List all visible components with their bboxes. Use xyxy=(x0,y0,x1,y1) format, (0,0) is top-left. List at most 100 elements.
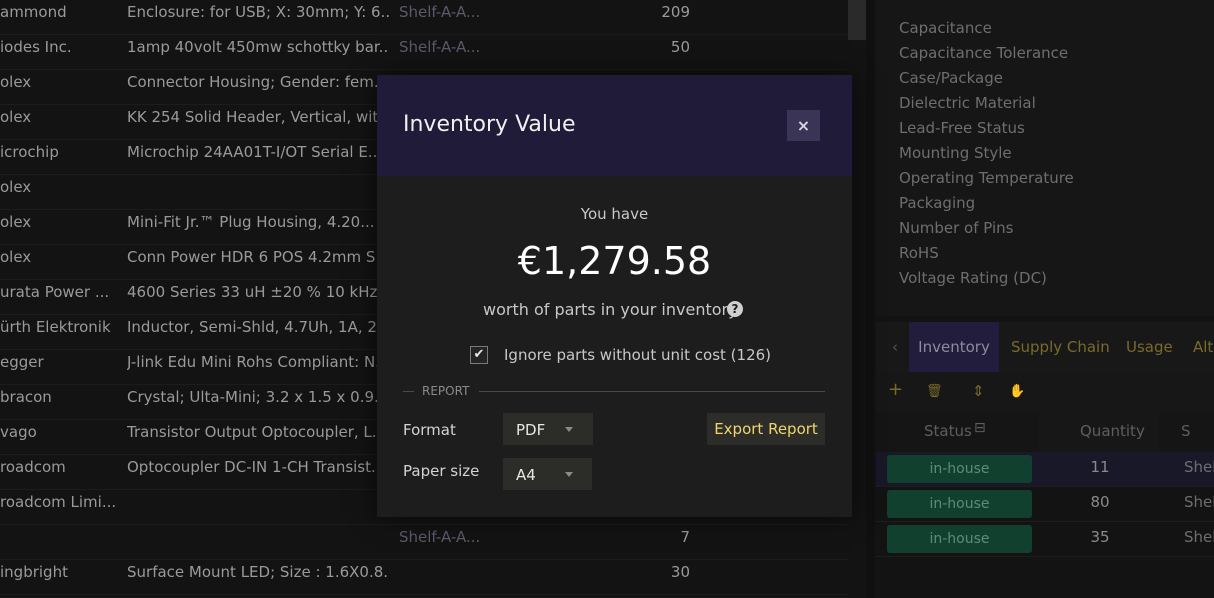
table-row[interactable]: iodes Inc. 1amp 40volt 450mw schottky bar… xyxy=(0,35,848,70)
cell-mfr: iodes Inc. xyxy=(0,38,72,56)
attribute-item[interactable]: Packaging xyxy=(899,194,975,212)
inventory-toolbar: + 🗑 ⇕ ✋ xyxy=(876,372,1214,412)
inventory-value-modal: Inventory Value × You have €1,279.58 wor… xyxy=(377,75,852,517)
cell-qty: 209 xyxy=(661,3,690,21)
cell-mfr: roadcom Limi... xyxy=(0,493,117,511)
cell-desc: 1amp 40volt 450mw schottky bar... xyxy=(127,38,389,56)
export-report-button[interactable]: Export Report xyxy=(707,413,825,445)
ignore-no-cost-label[interactable]: Ignore parts without unit cost (126) xyxy=(504,346,771,364)
cell-desc: Inductor, Semi-Shld, 4.7Uh, 1A, 2... xyxy=(127,318,389,336)
attribute-filter-panel: Capacitance Capacitance Tolerance Case/Pac… xyxy=(876,0,1214,316)
table-row[interactable]: ammond Enclosure: for USB; X: 30mm; Y: 6.… xyxy=(0,0,848,35)
cell-mfr: icrochip xyxy=(0,143,59,161)
cell-mfr: bracon xyxy=(0,388,52,406)
paper-size-select[interactable]: A4 xyxy=(503,458,592,490)
inventory-table-header: Status ⊟ Quantity S xyxy=(876,412,1214,452)
cell-desc: Mini-Fit Jr.™ Plug Housing, 4.20... xyxy=(127,213,375,231)
panel-divider[interactable] xyxy=(866,0,874,598)
location-cell: Shel xyxy=(1184,493,1214,511)
inventory-row[interactable]: in-house 80 Shel xyxy=(876,487,1214,522)
cell-mfr: ingbright xyxy=(0,563,68,581)
cell-mfr: olex xyxy=(0,73,32,91)
cell-desc: Transistor Output Optocoupler, L... xyxy=(127,423,387,441)
format-value: PDF xyxy=(516,421,546,439)
cell-desc: J-link Edu Mini Rohs Compliant: N... xyxy=(127,353,389,371)
paper-size-label: Paper size xyxy=(403,462,480,480)
status-badge: in-house xyxy=(887,525,1032,553)
chevron-down-icon xyxy=(565,427,573,432)
hand-icon[interactable]: ✋ xyxy=(1009,384,1025,399)
cell-desc: 4600 Series 33 uH ±20 % 10 kHz ... xyxy=(127,283,389,301)
tab-supply-chain[interactable]: Supply Chain xyxy=(1011,322,1110,372)
attribute-item[interactable]: Lead-Free Status xyxy=(899,119,1025,137)
attribute-item[interactable]: Mounting Style xyxy=(899,144,1012,162)
cell-desc: Connector Housing; Gender: fem... xyxy=(127,73,389,91)
help-icon[interactable]: ? xyxy=(727,301,743,317)
ignore-no-cost-checkbox[interactable]: ✔ xyxy=(470,346,488,364)
format-label: Format xyxy=(403,421,456,439)
table-row[interactable]: ingbright Surface Mount LED; Size : 1.6X0… xyxy=(0,560,848,595)
cell-desc: Surface Mount LED; Size : 1.6X0.8... xyxy=(127,563,389,581)
cell-loc: Shelf-A-A... xyxy=(399,38,481,56)
cell-desc: Optocoupler DC-IN 1-CH Transist... xyxy=(127,458,386,476)
location-cell: Shel xyxy=(1184,458,1214,476)
cell-qty: 7 xyxy=(680,528,690,546)
divider xyxy=(479,391,825,392)
cell-mfr: ürth Elektronik xyxy=(0,318,111,336)
status-badge: in-house xyxy=(887,490,1032,518)
cell-mfr: egger xyxy=(0,353,44,371)
format-select[interactable]: PDF xyxy=(503,413,593,445)
tab-inventory[interactable]: Inventory xyxy=(909,322,999,372)
cell-mfr: ammond xyxy=(0,3,67,21)
quantity-cell: 11 xyxy=(1090,458,1110,476)
cell-mfr: olex xyxy=(0,178,32,196)
cell-qty: 30 xyxy=(670,563,690,581)
cell-desc: Crystal; Ulta-Mini; 3.2 x 1.5 x 0.9... xyxy=(127,388,389,406)
quantity-column-header[interactable]: Quantity xyxy=(1080,422,1145,440)
quantity-cell: 80 xyxy=(1090,493,1110,511)
tab-alternatives[interactable]: Alte xyxy=(1193,322,1214,372)
close-button[interactable]: × xyxy=(787,110,820,141)
report-section-label: REPORT xyxy=(422,384,470,398)
cell-desc: KK 254 Solid Header, Vertical, wit... xyxy=(127,108,389,126)
modal-title: Inventory Value xyxy=(403,112,576,137)
attribute-item[interactable]: RoHS xyxy=(899,244,939,262)
cell-mfr: olex xyxy=(0,248,32,266)
attribute-item[interactable]: Case/Package xyxy=(899,69,1003,87)
attribute-item[interactable]: Dielectric Material xyxy=(899,94,1036,112)
attribute-item[interactable]: Capacitance Tolerance xyxy=(899,44,1068,62)
inventory-row[interactable]: in-house 35 Shel xyxy=(876,522,1214,557)
status-column-header[interactable]: Status xyxy=(924,422,972,440)
sort-icon[interactable]: ⇕ xyxy=(972,382,985,400)
cell-loc: Shelf-A-A... xyxy=(399,528,481,546)
quantity-cell: 35 xyxy=(1090,528,1110,546)
tab-usage[interactable]: Usage xyxy=(1126,322,1173,372)
attribute-item[interactable]: Voltage Rating (DC) xyxy=(899,269,1047,287)
attribute-item[interactable]: Operating Temperature xyxy=(899,169,1074,187)
cell-desc: Microchip 24AA01T-I/OT Serial E... xyxy=(127,143,383,161)
paper-size-value: A4 xyxy=(516,466,536,484)
status-badge: in-house xyxy=(887,455,1032,483)
tab-prev-icon[interactable]: ‹ xyxy=(892,322,898,372)
cell-mfr: vago xyxy=(0,423,37,441)
location-column-header[interactable]: S xyxy=(1181,422,1191,440)
divider xyxy=(403,391,414,392)
attribute-item[interactable]: Capacitance xyxy=(899,19,992,37)
location-cell: Shel xyxy=(1184,528,1214,546)
inventory-value-amount: €1,279.58 xyxy=(517,239,712,283)
modal-header: Inventory Value × xyxy=(377,75,852,176)
add-icon[interactable]: + xyxy=(888,379,903,400)
cell-mfr: urata Power ... xyxy=(0,283,110,301)
cell-loc: Shelf-A-A... xyxy=(399,3,481,21)
column-settings-icon[interactable]: ⊟ xyxy=(974,420,986,436)
cell-desc: Enclosure: for USB; X: 30mm; Y: 6... xyxy=(127,3,389,21)
inventory-row[interactable]: in-house 11 Shel xyxy=(876,452,1214,487)
scrollbar[interactable] xyxy=(848,0,866,40)
you-have-label: You have xyxy=(580,205,649,223)
detail-tabs: ‹ Inventory Supply Chain Usage Alte xyxy=(876,322,1214,372)
table-row[interactable]: Shelf-A-A... 7 xyxy=(0,525,848,560)
trash-icon[interactable]: 🗑 xyxy=(926,384,943,399)
worth-label: worth of parts in your inventory xyxy=(483,300,738,319)
attribute-item[interactable]: Number of Pins xyxy=(899,219,1013,237)
chevron-down-icon xyxy=(565,472,573,477)
